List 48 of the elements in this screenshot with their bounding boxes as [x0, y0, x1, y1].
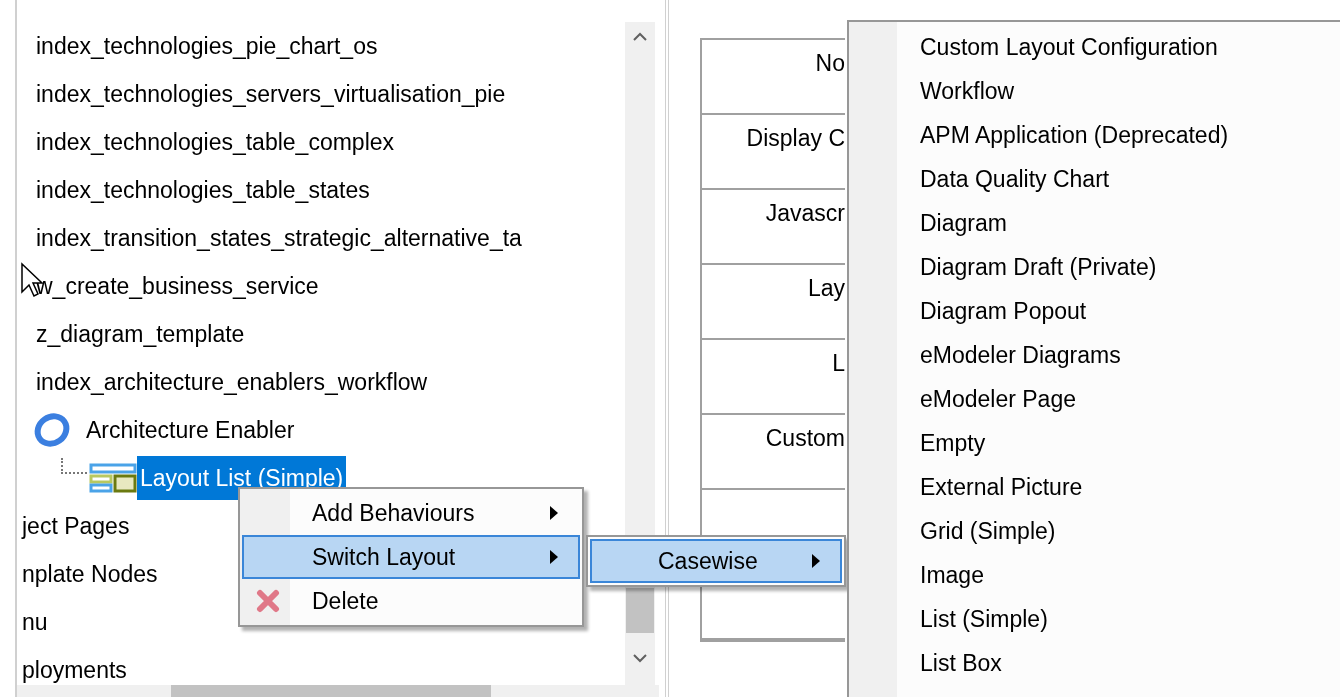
menu-item[interactable]: Empty [849, 421, 1340, 465]
table-cell: No [702, 40, 845, 115]
menu-item[interactable]: Delete [242, 579, 580, 623]
submenu-arrow-icon [812, 554, 820, 568]
tree-item[interactable]: ployments [19, 648, 130, 685]
menu-item[interactable]: APM Application (Deprecated) [849, 113, 1340, 157]
menu-item[interactable]: Diagram [849, 201, 1340, 245]
menu-item[interactable]: External Picture [849, 465, 1340, 509]
menu-item[interactable]: Workflow [849, 69, 1340, 113]
menu-item[interactable]: Casewise [590, 539, 842, 583]
menu-item[interactable]: Custom Layout Configuration [849, 25, 1340, 69]
submenu-arrow-icon [550, 550, 558, 564]
tree-item[interactable]: index_architecture_enablers_workflow [33, 360, 431, 404]
layout-icon [89, 463, 137, 493]
table-cell: Javascr [702, 190, 845, 265]
tree-item[interactable]: w_create_business_service [33, 264, 322, 308]
tree-item[interactable]: index_technologies_table_complex [33, 120, 398, 164]
tree-item[interactable]: z_diagram_template [33, 312, 248, 356]
menu-item[interactable]: List Box [849, 641, 1340, 685]
menu-item[interactable]: Diagram Draft (Private) [849, 245, 1340, 289]
menu-item[interactable]: Grid (Simple) [849, 509, 1340, 553]
tree-item[interactable]: nplate Nodes [19, 552, 161, 596]
menu-item[interactable]: Data Quality Chart [849, 157, 1340, 201]
tree-item[interactable]: index_technologies_pie_chart_os [33, 24, 381, 68]
menu-item[interactable]: List (Simple) [849, 597, 1340, 641]
tree-item[interactable]: nu [19, 600, 51, 644]
table-cell: Display C [702, 115, 845, 190]
table-cell: Custom [702, 415, 845, 490]
scroll-up-icon[interactable] [633, 32, 647, 42]
menu-item[interactable]: Switch Layout [242, 535, 580, 579]
delete-icon [256, 589, 280, 613]
horizontal-scrollbar[interactable] [17, 685, 659, 697]
tree-item[interactable]: Architecture Enabler [83, 408, 298, 452]
table-cell: L [702, 340, 845, 415]
tree-item[interactable]: ject Pages [19, 504, 133, 548]
vertical-scrollbar[interactable] [625, 22, 655, 685]
menu-item[interactable]: eModeler Page [849, 377, 1340, 421]
menu-item[interactable]: eModeler Diagrams [849, 333, 1340, 377]
menu-item[interactable]: Diagram Popout [849, 289, 1340, 333]
scrollbar-thumb[interactable] [626, 588, 654, 633]
tree-connector-line [61, 458, 87, 474]
table-cell: Lay [702, 265, 845, 340]
tree-item[interactable]: index_technologies_servers_virtualisation_pie [33, 72, 509, 116]
submenu-arrow-icon [550, 506, 558, 520]
tree-item[interactable]: index_transition_states_strategic_alternative_ta [33, 216, 525, 260]
scroll-down-icon[interactable] [633, 653, 647, 663]
tree-item[interactable]: index_technologies_table_states [33, 168, 373, 212]
menu-item[interactable]: Image [849, 553, 1340, 597]
